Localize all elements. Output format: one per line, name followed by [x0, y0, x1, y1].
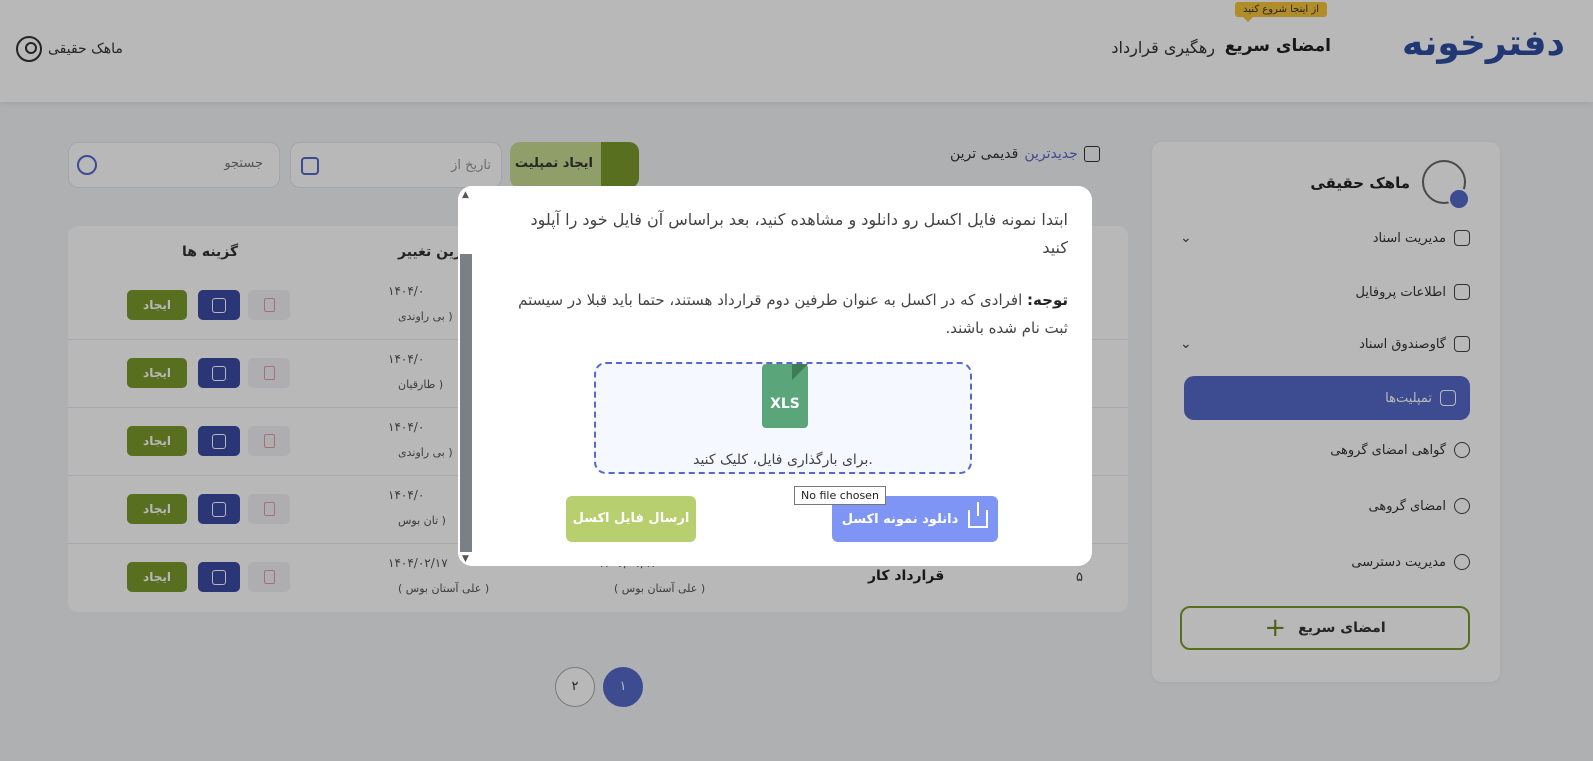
download-sample-label: دانلود نمونه اکسل [841, 511, 959, 527]
excel-upload-modal: ▲ ▼ ابتدا نمونه فایل اکسل رو دانلود و مش… [458, 186, 1092, 566]
xls-label: XLS [770, 396, 800, 412]
scroll-thumb[interactable] [460, 254, 472, 552]
xls-file-icon: XLS [762, 364, 808, 428]
modal-scrollbar[interactable]: ▲ ▼ [458, 186, 474, 566]
scroll-up-icon[interactable]: ▲ [462, 190, 469, 200]
upload-hint: برای بارگذاری فایل، کلیک کنید. [693, 452, 873, 468]
modal-note: توجه: افرادی که در اکسل به عنوان طرفین د… [508, 286, 1068, 342]
download-icon [968, 502, 989, 528]
note-text: افرادی که در اکسل به عنوان طرفین دوم قرا… [518, 291, 1068, 337]
modal-instructions: ابتدا نمونه فایل اکسل رو دانلود و مشاهده… [530, 210, 1068, 257]
file-drop-zone[interactable]: XLS برای بارگذاری فایل، کلیک کنید. [594, 362, 972, 474]
note-label: توجه: [1027, 291, 1068, 309]
send-excel-button[interactable]: ارسال فایل اکسل [566, 496, 696, 542]
scroll-down-icon[interactable]: ▼ [462, 554, 469, 564]
file-tooltip: No file chosen [794, 486, 886, 505]
